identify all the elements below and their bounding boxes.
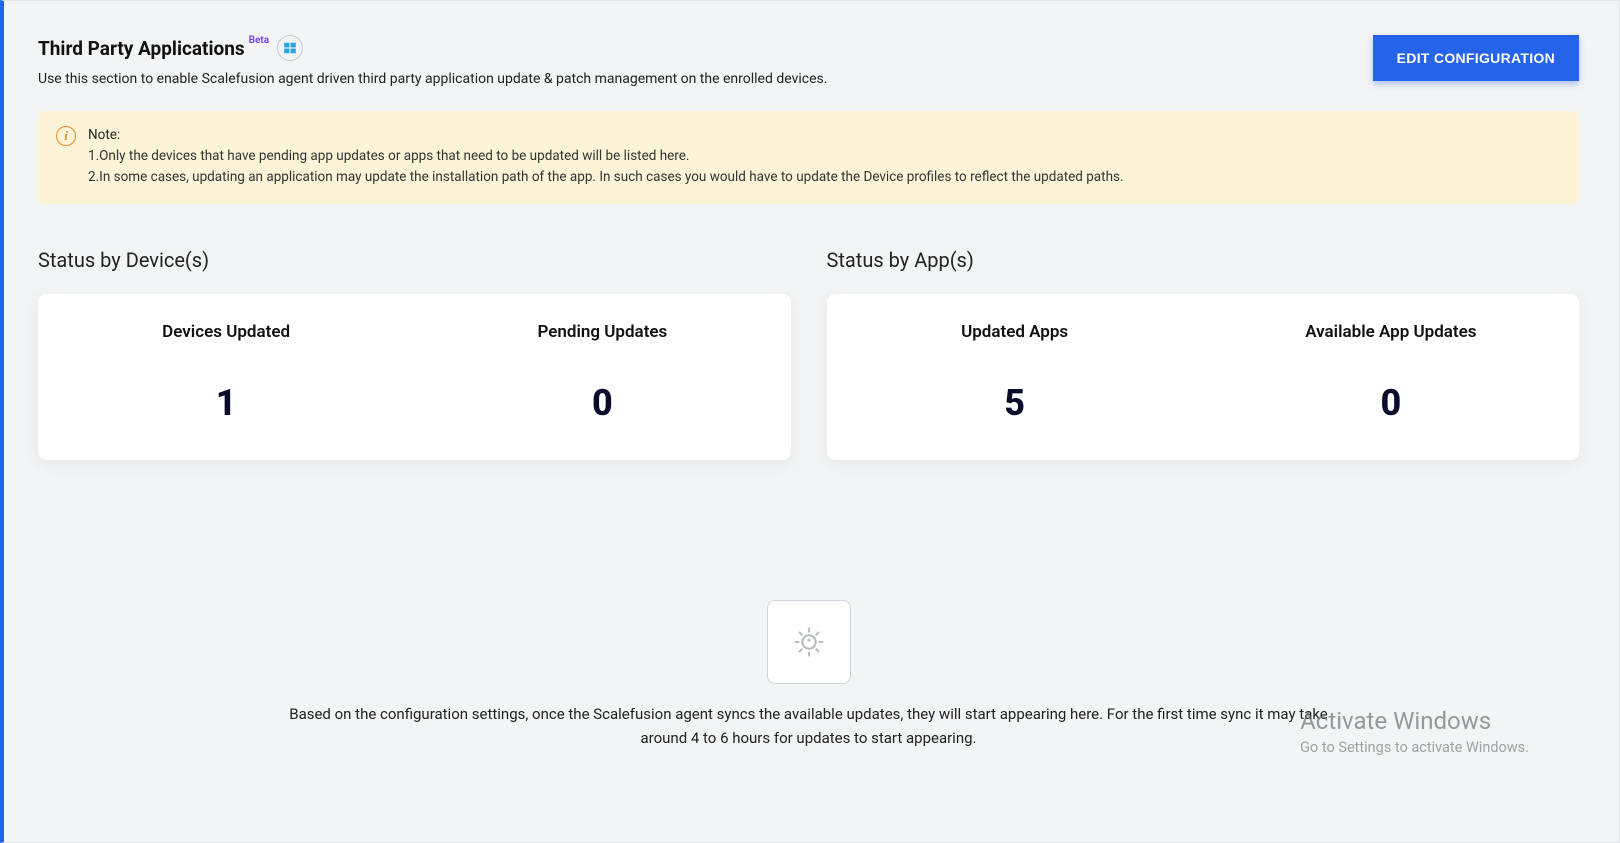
devices-updated-value: 1 [38,382,414,424]
devices-updated-label: Devices Updated [38,322,414,342]
note-title: Note: [88,125,1124,146]
page-title: Third Party Applications [38,37,245,60]
devices-updated-stat: Devices Updated 1 [38,322,414,424]
updated-apps-label: Updated Apps [827,322,1203,342]
note-banner: i Note: 1.Only the devices that have pen… [38,111,1579,204]
status-by-devices-section: Status by Device(s) Devices Updated 1 Pe… [38,248,791,460]
status-by-apps-title: Status by App(s) [827,248,1580,272]
available-app-updates-value: 0 [1203,382,1579,424]
status-by-apps-section: Status by App(s) Updated Apps 5 Availabl… [827,248,1580,460]
pending-updates-stat: Pending Updates 0 [414,322,790,424]
available-app-updates-label: Available App Updates [1203,322,1579,342]
status-by-devices-title: Status by Device(s) [38,248,791,272]
updated-apps-value: 5 [827,382,1203,424]
pending-updates-value: 0 [414,382,790,424]
windows-icon [277,35,303,61]
beta-badge: Beta [249,35,269,46]
available-app-updates-stat: Available App Updates 0 [1203,322,1579,424]
windows-activation-watermark: Activate Windows Go to Settings to activ… [1300,707,1529,756]
updated-apps-stat: Updated Apps 5 [827,322,1203,424]
edit-configuration-button[interactable]: EDIT CONFIGURATION [1373,35,1579,81]
pending-updates-label: Pending Updates [414,322,790,342]
page-subtitle: Use this section to enable Scalefusion a… [38,71,827,87]
watermark-title: Activate Windows [1300,707,1529,735]
empty-state-text: Based on the configuration settings, onc… [279,702,1339,750]
info-icon: i [56,126,76,146]
note-line-1: 1.Only the devices that have pending app… [88,146,1124,167]
gear-icon [767,600,851,684]
watermark-sub: Go to Settings to activate Windows. [1300,739,1529,756]
note-line-2: 2.In some cases, updating an application… [88,167,1124,188]
